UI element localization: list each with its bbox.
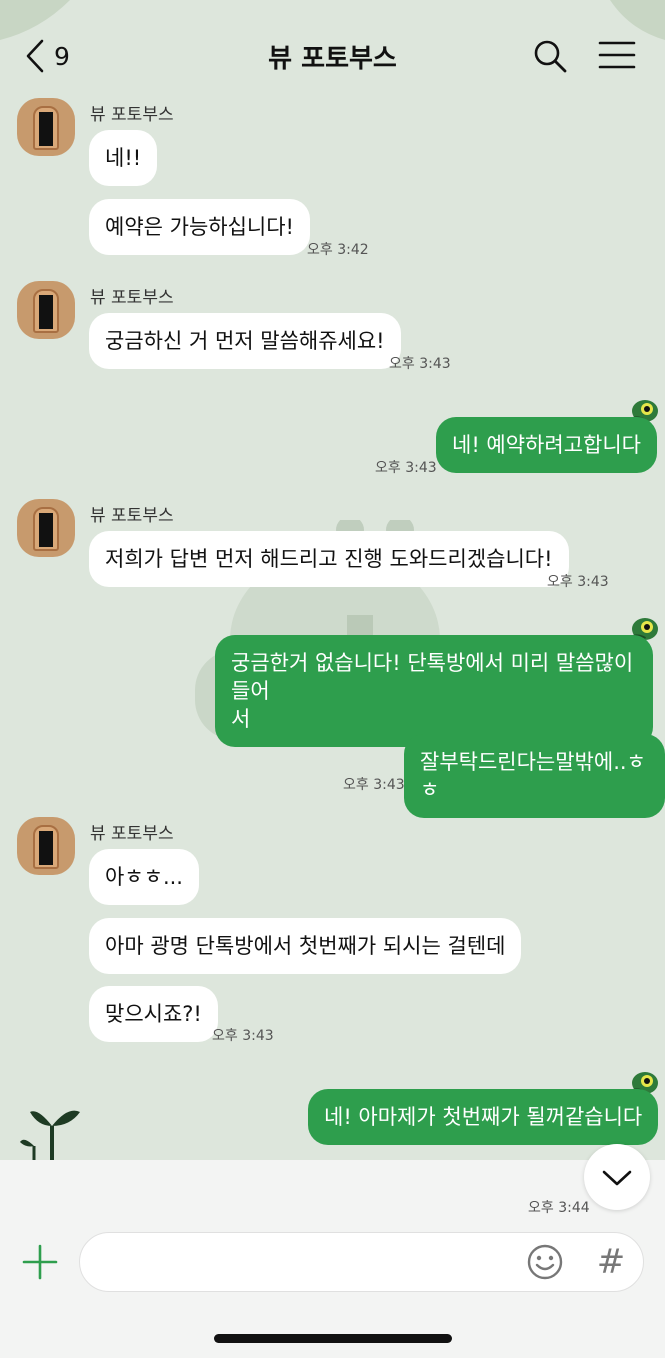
message-bubble[interactable]: 예약은 가능하십니다! — [89, 199, 310, 255]
my-message-bubble[interactable]: 궁금한거 없습니다! 단톡방에서 미리 말씀많이들어 서 — [215, 635, 653, 747]
emoji-icon[interactable] — [526, 1243, 564, 1281]
plus-icon[interactable] — [22, 1244, 58, 1280]
avatar[interactable] — [17, 281, 75, 339]
my-message-bubble[interactable]: 네! 아마제가 첫번째가 될꺼같습니다 — [308, 1089, 659, 1145]
message-time: 오후 3:43 — [212, 1028, 274, 1044]
sender-name: 뷰 포토부스 — [90, 288, 174, 308]
my-message-bubble[interactable]: 네! 예약하려고합니다 — [436, 417, 657, 473]
message-time: 오후 3:42 — [307, 242, 369, 258]
my-message-bubble[interactable]: 잘부탁드린다는말밖에..ㅎㅎ — [404, 734, 665, 818]
sender-name: 뷰 포토부스 — [90, 824, 174, 844]
scroll-to-bottom-button[interactable] — [584, 1144, 650, 1210]
message-time: 오후 3:43 — [375, 460, 437, 476]
message-time: 오후 3:43 — [389, 356, 451, 372]
chevron-down-icon — [602, 1170, 632, 1186]
message-bubble[interactable]: 아ㅎㅎ... — [89, 849, 199, 905]
avatar[interactable] — [17, 499, 75, 557]
message-bubble[interactable]: 맞으시죠?! — [89, 986, 218, 1042]
hashtag-icon[interactable]: # — [594, 1243, 628, 1281]
message-time: 오후 3:44 — [528, 1200, 590, 1216]
menu-icon[interactable] — [598, 40, 636, 70]
chat-header: 9 뷰 포토부스 — [0, 0, 665, 110]
message-time: 오후 3:43 — [343, 777, 405, 793]
sender-name: 뷰 포토부스 — [90, 506, 174, 526]
avatar[interactable] — [17, 817, 75, 875]
message-bubble[interactable]: 저희가 답변 먼저 해드리고 진행 도와드리겠습니다! — [89, 531, 569, 587]
sender-name: 뷰 포토부스 — [90, 105, 174, 125]
message-time: 오후 3:43 — [547, 574, 609, 590]
avatar[interactable] — [17, 98, 75, 156]
search-icon[interactable] — [532, 38, 568, 74]
sprout-decoration — [20, 1110, 80, 1160]
message-bubble[interactable]: 궁금하신 거 먼저 말씀해쥬세요! — [89, 313, 401, 369]
message-bubble[interactable]: 네!! — [89, 130, 158, 186]
home-indicator — [214, 1334, 452, 1343]
message-bubble[interactable]: 아마 광명 단톡방에서 첫번째가 되시는 걸텐데 — [89, 918, 522, 974]
